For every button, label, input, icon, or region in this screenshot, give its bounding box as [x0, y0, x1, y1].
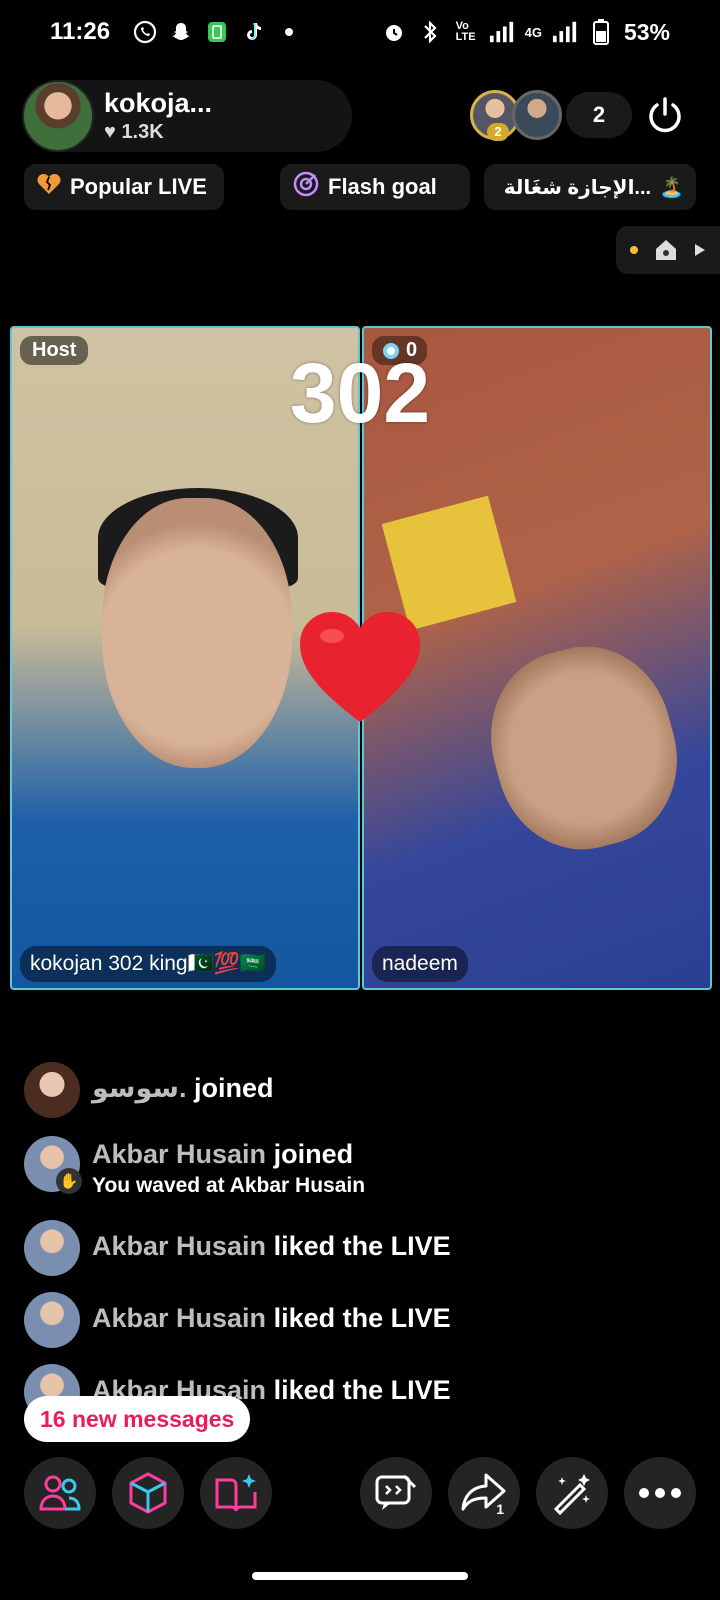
- chat-avatar[interactable]: ✋: [24, 1136, 82, 1194]
- chat-toggle-button[interactable]: [360, 1457, 432, 1529]
- guests-button[interactable]: [24, 1457, 96, 1529]
- chat-message[interactable]: Akbar Husain liked the LIVE: [24, 1220, 451, 1276]
- heart-icon: ♥: [104, 121, 116, 143]
- host-video-face: [102, 498, 292, 768]
- viewer-count[interactable]: 2: [566, 92, 632, 138]
- flash-goal-chip[interactable]: Flash goal: [280, 164, 470, 210]
- chat-avatar[interactable]: [24, 1220, 80, 1276]
- target-icon: [292, 170, 320, 204]
- opponent-video-name[interactable]: nadeem: [372, 946, 468, 982]
- effects-button[interactable]: [536, 1457, 608, 1529]
- more-button[interactable]: [624, 1457, 696, 1529]
- whatsapp-icon: [132, 19, 158, 45]
- more-icon: [639, 1488, 681, 1498]
- network-type: 4G: [524, 24, 542, 40]
- magic-wand-icon: [553, 1474, 590, 1515]
- chat-action: liked the LIVE: [273, 1375, 451, 1405]
- book-button[interactable]: [200, 1457, 272, 1529]
- chat-action: liked the LIVE: [273, 1303, 451, 1333]
- chat-user[interactable]: Akbar Husain: [92, 1303, 266, 1333]
- alarm-icon: [381, 19, 407, 45]
- chat-message[interactable]: سوسو. joined: [24, 1062, 274, 1118]
- battle-score: 302: [289, 346, 431, 440]
- island-icon: 🏝️: [659, 176, 684, 199]
- mini-controls[interactable]: [616, 226, 720, 274]
- chat-line: Akbar Husain liked the LIVE: [92, 1300, 451, 1336]
- share-button[interactable]: 1: [448, 1457, 520, 1529]
- popular-live-label: Popular LIVE: [70, 174, 207, 199]
- wave-hand-icon: ✋: [56, 1168, 82, 1194]
- battery-percent: 53%: [623, 18, 670, 45]
- chat-action: joined: [194, 1073, 274, 1103]
- book-sparkle-icon: [215, 1474, 257, 1512]
- status-time: 11:26: [50, 18, 111, 45]
- chat-line: سوسو. joined: [92, 1070, 274, 1106]
- event-label: ...الإجازة شغَالة: [503, 176, 652, 199]
- event-chip[interactable]: 🏝️ ...الإجازة شغَالة: [484, 164, 696, 210]
- host-tag: Host: [20, 336, 89, 365]
- new-messages-button[interactable]: 16 new messages: [24, 1396, 251, 1442]
- chat-action: liked the LIVE: [273, 1231, 451, 1261]
- chat-user[interactable]: Akbar Husain: [92, 1139, 266, 1169]
- opponent-video-face: [471, 628, 697, 868]
- chat-toggle-icon: [375, 1474, 417, 1510]
- cube-icon: [129, 1472, 167, 1514]
- end-live-button[interactable]: [640, 90, 690, 140]
- chat-body: سوسو. joined: [92, 1062, 274, 1106]
- viewer-rank-badge: 2: [487, 123, 509, 141]
- home-icon: [656, 240, 676, 260]
- chat-avatar[interactable]: [24, 1292, 80, 1348]
- volte-icon: Vo LTE: [455, 20, 476, 43]
- box-button[interactable]: [112, 1457, 184, 1529]
- chat-message[interactable]: ✋ Akbar Husain joined You waved at Akbar…: [24, 1136, 365, 1198]
- dot-icon: [276, 19, 302, 45]
- play-arrow-icon: [695, 244, 705, 256]
- flash-goal-label: Flash goal: [328, 174, 437, 199]
- tiktok-icon: [240, 19, 266, 45]
- notification-icons: [132, 19, 302, 45]
- battery-icon: [588, 19, 614, 45]
- status-bar: 11:26 Vo LTE 4G 53%: [0, 0, 720, 64]
- system-icons: Vo LTE 4G 53%: [381, 19, 670, 46]
- broken-heart-icon: [36, 172, 62, 202]
- app-green-icon: [204, 19, 230, 45]
- chat-subtext: You waved at Akbar Husain: [92, 1174, 366, 1197]
- host-name: kokoja...: [104, 88, 213, 118]
- host-video-name[interactable]: kokojan 302 king🇵🇰💯🇸🇦: [20, 946, 277, 982]
- viewer-avatar[interactable]: [512, 90, 562, 140]
- chat-body: Akbar Husain liked the LIVE: [92, 1220, 451, 1264]
- share-badge: 1: [496, 1501, 504, 1517]
- chat-user[interactable]: سوسو.: [92, 1073, 186, 1103]
- popular-live-chip[interactable]: Popular LIVE: [24, 164, 224, 210]
- chat-body: Akbar Husain liked the LIVE: [92, 1292, 451, 1336]
- host-likes: ♥ 1.3K: [104, 121, 212, 144]
- power-icon: [649, 97, 681, 133]
- chat-user[interactable]: Akbar Husain: [92, 1231, 266, 1261]
- host-profile-pill[interactable]: kokoja... ♥ 1.3K: [22, 80, 352, 152]
- signal-2-icon: [552, 19, 578, 45]
- top-viewers[interactable]: 2 2: [470, 90, 632, 141]
- home-indicator[interactable]: [252, 1572, 468, 1580]
- chat-line: Akbar Husain joined: [92, 1136, 365, 1172]
- heart-icon: [300, 612, 420, 722]
- snapchat-icon: [168, 19, 194, 45]
- host-info: kokoja... ♥ 1.3K: [104, 88, 212, 144]
- host-likes-count: 1.3K: [121, 121, 164, 143]
- chat-avatar[interactable]: [24, 1062, 80, 1118]
- chat-action: joined: [273, 1139, 354, 1169]
- guests-icon: [39, 1475, 81, 1511]
- chat-message[interactable]: Akbar Husain liked the LIVE: [24, 1292, 451, 1348]
- chat-body: Akbar Husain joined You waved at Akbar H…: [92, 1136, 365, 1198]
- host-avatar[interactable]: [22, 80, 94, 152]
- signal-icon: [489, 19, 515, 45]
- status-dot-icon: [630, 246, 638, 254]
- bluetooth-icon: [417, 19, 443, 45]
- chat-line: Akbar Husain liked the LIVE: [92, 1228, 451, 1264]
